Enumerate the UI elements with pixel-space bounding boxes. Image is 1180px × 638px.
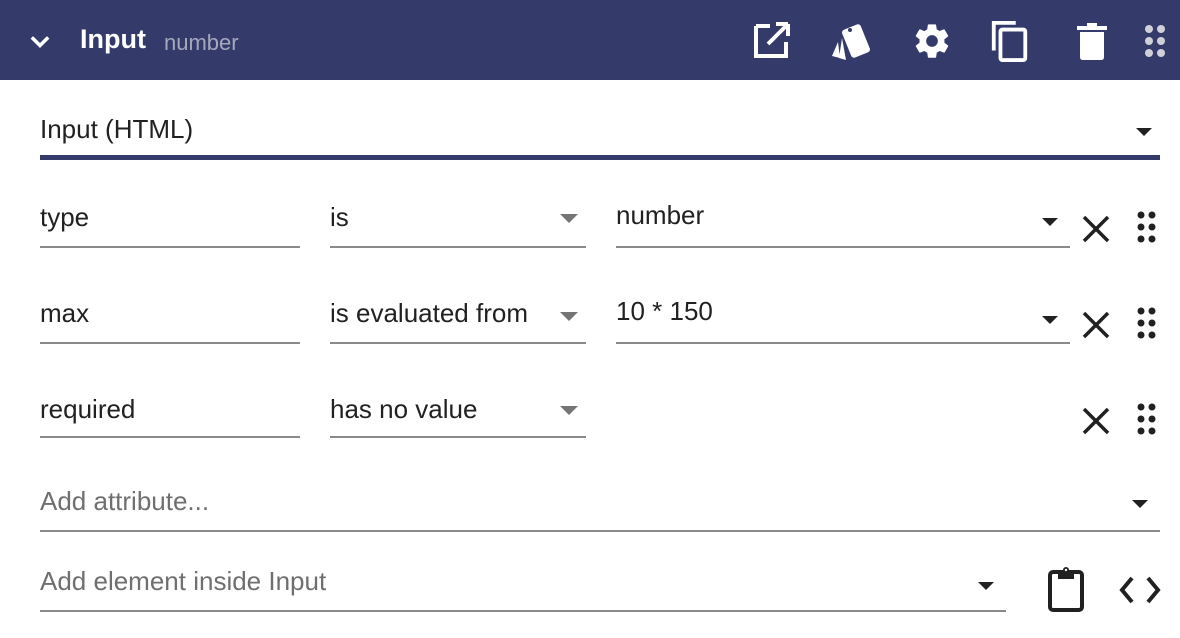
attribute-operator-select[interactable]: is	[330, 196, 586, 248]
drag-handle-icon[interactable]	[1130, 210, 1164, 244]
drag-handle-icon[interactable]	[1130, 402, 1164, 436]
remove-attribute-icon[interactable]	[1079, 404, 1113, 438]
dropdown-caret-icon	[978, 582, 994, 590]
attribute-value-select[interactable]: number	[616, 196, 1070, 248]
remove-attribute-icon[interactable]	[1079, 212, 1113, 246]
attribute-name-input[interactable]: max	[40, 292, 300, 344]
clipboard-paste-icon[interactable]	[1046, 566, 1086, 614]
open-external-icon[interactable]	[752, 20, 792, 62]
block-header: Input number	[0, 0, 1180, 80]
dropdown-caret-icon	[1042, 218, 1058, 226]
attribute-operator-select[interactable]: has no value	[330, 388, 586, 438]
delete-trash-icon[interactable]	[1072, 20, 1112, 62]
chevron-down-icon[interactable]	[26, 28, 54, 56]
block-title: Input	[80, 24, 146, 54]
remove-attribute-icon[interactable]	[1079, 308, 1113, 342]
attribute-name-input[interactable]: type	[40, 196, 300, 248]
dropdown-caret-icon	[560, 406, 578, 415]
settings-gear-icon[interactable]	[912, 20, 952, 62]
style-swatch-icon[interactable]	[830, 20, 874, 62]
add-element-select[interactable]: Add element inside Input	[40, 560, 1006, 612]
duplicate-icon[interactable]	[990, 20, 1030, 62]
block-subtitle: number	[164, 30, 239, 55]
dropdown-caret-icon	[1136, 128, 1152, 136]
attribute-name-input[interactable]: required	[40, 388, 300, 438]
dropdown-caret-icon	[1132, 500, 1148, 508]
drag-handle-icon[interactable]	[1130, 306, 1164, 340]
code-view-icon[interactable]	[1118, 572, 1162, 608]
attribute-value-select[interactable]: 10 * 150	[616, 292, 1070, 344]
add-attribute-select[interactable]: Add attribute...	[40, 480, 1160, 532]
dropdown-caret-icon	[560, 214, 578, 223]
attribute-operator-select[interactable]: is evaluated from	[330, 292, 586, 344]
dropdown-caret-icon	[1042, 316, 1058, 324]
element-type-value: Input (HTML)	[40, 114, 194, 144]
dropdown-caret-icon	[560, 312, 578, 321]
drag-handle-icon[interactable]	[1138, 20, 1172, 62]
element-type-select[interactable]: Input (HTML)	[40, 108, 1160, 160]
